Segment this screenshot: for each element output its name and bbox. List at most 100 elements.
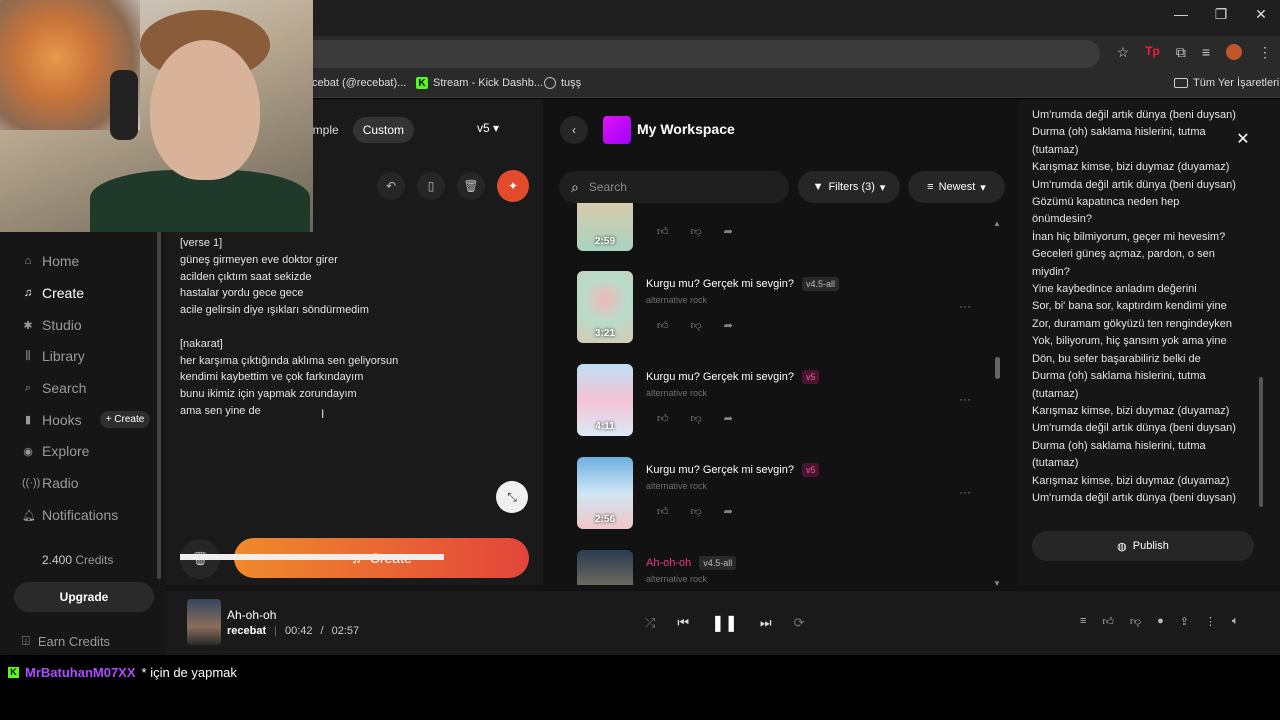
song-cover[interactable]: 2:56 bbox=[577, 457, 633, 529]
song-genre[interactable]: alternative rock bbox=[646, 295, 707, 305]
song-cover[interactable]: 4:11 bbox=[577, 364, 633, 436]
song-lyrics-text: Um'rumda değil artık dünya (beni duysan)… bbox=[1032, 109, 1236, 504]
song-row[interactable]: 4:11 Kurgu mu? Gerçek mi sevgin? v5 alte… bbox=[577, 364, 997, 436]
version-select[interactable]: v5 ▾ bbox=[477, 121, 499, 135]
workspace-scrollbar[interactable] bbox=[995, 357, 1000, 379]
version-value: v5 bbox=[477, 121, 490, 135]
now-playing-title[interactable]: Ah-oh-oh bbox=[227, 608, 276, 622]
back-button[interactable]: ‹ bbox=[560, 116, 588, 144]
profile-avatar[interactable] bbox=[1226, 44, 1242, 60]
thumbs-up-icon[interactable]: 👍︎ bbox=[657, 319, 669, 332]
song-cover[interactable]: 2:59 bbox=[577, 203, 633, 251]
sidebar-item-home[interactable]: ⌂ Home bbox=[22, 253, 80, 269]
song-duration: 4:11 bbox=[595, 421, 615, 432]
song-title[interactable]: Kurgu mu? Gerçek mi sevgin? v5 bbox=[646, 370, 820, 384]
song-genre[interactable]: alternative rock bbox=[646, 388, 707, 398]
filters-button[interactable]: ▼ Filters (3) ▾ bbox=[798, 171, 900, 203]
thumbs-up-icon[interactable]: 👍︎ bbox=[657, 225, 669, 238]
undo-button[interactable]: ↶ bbox=[377, 172, 405, 200]
song-row[interactable]: 2:59 👍︎ 👎︎ ➦ bbox=[577, 203, 997, 251]
bookmark-recebat[interactable]: cebat (@recebat)... bbox=[312, 77, 406, 89]
close-window-icon[interactable]: ✕ bbox=[1252, 6, 1270, 23]
repeat-icon[interactable]: ⟳ bbox=[794, 615, 805, 631]
workspace-title[interactable]: My Workspace bbox=[637, 121, 735, 137]
previous-icon[interactable]: ⏮︎ bbox=[677, 615, 689, 631]
restore-icon[interactable]: ❐ bbox=[1212, 6, 1230, 23]
sidebar-item-radio[interactable]: ((·)) Radio bbox=[22, 475, 79, 491]
thumbs-down-icon[interactable]: 👎︎ bbox=[1130, 615, 1141, 628]
playback-controls: ⤮ ⏮︎ ❚❚ ⏭︎ ⟳ bbox=[645, 613, 805, 633]
song-title[interactable]: Kurgu mu? Gerçek mi sevgin? v4.5-all bbox=[646, 277, 839, 291]
delete-lyrics-button[interactable]: 🗑︎ bbox=[457, 172, 485, 200]
earn-credits-link[interactable]: ⌹ Earn Credits bbox=[22, 633, 110, 649]
all-bookmarks[interactable]: Tüm Yer İşaretleri bbox=[1174, 77, 1279, 89]
song-row[interactable]: 2:56 Kurgu mu? Gerçek mi sevgin? v5 alte… bbox=[577, 457, 997, 529]
share-icon[interactable]: ➦ bbox=[724, 225, 733, 238]
more-icon[interactable]: ··· bbox=[959, 299, 971, 313]
close-icon[interactable]: ✕ bbox=[1231, 127, 1255, 151]
thumbs-down-icon[interactable]: 👎︎ bbox=[691, 319, 702, 332]
song-genre[interactable]: alternative rock bbox=[646, 481, 707, 491]
scroll-down-icon[interactable]: ▼ bbox=[993, 579, 1001, 588]
minimize-icon[interactable]: — bbox=[1172, 6, 1190, 23]
now-playing-cover[interactable] bbox=[187, 599, 221, 645]
extension-tp-icon[interactable]: Tp bbox=[1145, 44, 1160, 61]
shuffle-icon[interactable]: ⤮ bbox=[645, 615, 655, 631]
song-row[interactable]: 3:21 Kurgu mu? Gerçek mi sevgin? v4.5-al… bbox=[577, 271, 997, 343]
media-queue-icon[interactable]: ≡ bbox=[1202, 44, 1210, 61]
gift-icon: ⌹ bbox=[22, 633, 30, 648]
bookmark-tuss[interactable]: tuşş bbox=[544, 77, 581, 89]
thumbs-up-icon[interactable]: 👍︎ bbox=[657, 412, 669, 425]
thumbs-down-icon[interactable]: 👎︎ bbox=[691, 412, 702, 425]
sidebar-item-studio[interactable]: ✱ Studio bbox=[22, 317, 82, 333]
thumbs-up-icon[interactable]: 👍︎ bbox=[657, 505, 669, 518]
sidebar-item-notifications[interactable]: 🔔︎ Notifications bbox=[22, 507, 118, 523]
share-icon[interactable]: ➦ bbox=[724, 505, 733, 518]
now-playing-artist[interactable]: recebat bbox=[227, 625, 266, 637]
sidebar-item-explore[interactable]: ◉ Explore bbox=[22, 443, 89, 459]
sidebar-item-search[interactable]: ⌕ Search bbox=[22, 380, 86, 396]
sidebar-item-hooks[interactable]: ▮ Hooks + Create bbox=[22, 411, 151, 428]
song-title[interactable]: Kurgu mu? Gerçek mi sevgin? v5 bbox=[646, 463, 820, 477]
more-icon[interactable]: ··· bbox=[959, 392, 971, 406]
sidebar-item-library[interactable]: ⫼ Library bbox=[22, 348, 84, 364]
bookmark-label: Tüm Yer İşaretleri bbox=[1193, 77, 1280, 89]
lyrics-scrollbar[interactable] bbox=[1259, 377, 1263, 507]
playback-progress[interactable] bbox=[180, 554, 1280, 560]
comment-icon[interactable]: ● bbox=[1157, 615, 1164, 628]
bookmark-label: tuşş bbox=[561, 77, 582, 89]
volume-icon[interactable]: 🔈︎ bbox=[1232, 615, 1239, 628]
more-vertical-icon[interactable]: ⋮ bbox=[1205, 615, 1216, 628]
browser-toolbar-icons: ☆ Tp ⧉ ≡ ⋮ bbox=[1117, 44, 1272, 61]
hooks-create-button[interactable]: + Create bbox=[99, 411, 151, 428]
puzzle-icon[interactable]: ⧉ bbox=[1176, 44, 1186, 61]
thumbs-down-icon[interactable]: 👎︎ bbox=[691, 225, 702, 238]
share-icon[interactable]: ➦ bbox=[724, 319, 733, 332]
magic-wand-button[interactable]: ✦ bbox=[497, 170, 529, 202]
pause-icon[interactable]: ❚❚ bbox=[711, 613, 738, 633]
workspace-search-input[interactable]: ⌕ Search bbox=[559, 171, 789, 203]
thumbs-down-icon[interactable]: 👎︎ bbox=[691, 505, 702, 518]
more-icon[interactable]: ··· bbox=[959, 485, 971, 499]
queue-icon[interactable]: ≡ bbox=[1080, 615, 1086, 628]
mode-custom-tab[interactable]: Custom bbox=[352, 117, 415, 143]
collapse-icon[interactable]: ⤡ bbox=[496, 481, 528, 513]
sidebar-item-create[interactable]: ♫ Create bbox=[22, 285, 84, 301]
thumbs-up-icon[interactable]: 👍︎ bbox=[1102, 615, 1114, 628]
star-icon[interactable]: ☆ bbox=[1117, 44, 1130, 61]
song-genre[interactable]: alternative rock bbox=[646, 574, 707, 584]
share-icon[interactable]: ➦ bbox=[724, 412, 733, 425]
kebab-menu-icon[interactable]: ⋮ bbox=[1258, 44, 1272, 61]
share-icon[interactable]: ⇪ bbox=[1180, 615, 1189, 628]
omnibox[interactable] bbox=[300, 40, 1100, 68]
lyrics-textarea[interactable]: [verse 1] güneş girmeyen eve doktor gire… bbox=[180, 235, 520, 420]
bookmark-kick-dashboard[interactable]: K Stream - Kick Dashb... bbox=[416, 77, 543, 89]
song-cover[interactable]: 3:21 bbox=[577, 271, 633, 343]
sidebar-scrollbar[interactable] bbox=[157, 219, 161, 579]
sort-button[interactable]: ≡ Newest ▾ bbox=[908, 171, 1005, 203]
upgrade-button[interactable]: Upgrade bbox=[14, 582, 154, 612]
bookmark-button[interactable]: ▯ bbox=[417, 172, 445, 200]
next-icon[interactable]: ⏭︎ bbox=[760, 615, 772, 631]
radio-icon: ((·)) bbox=[22, 477, 41, 489]
sidebar-item-label: Studio bbox=[42, 317, 82, 333]
